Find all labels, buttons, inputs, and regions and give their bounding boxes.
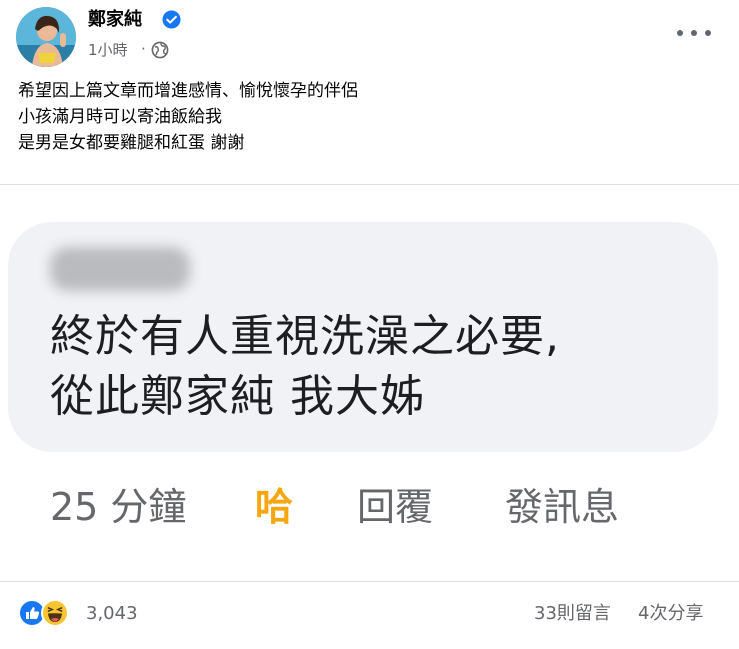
more-dot-icon xyxy=(677,30,683,36)
comment-line: 終於有人重視洗澡之必要, xyxy=(50,311,560,362)
more-dot-icon xyxy=(705,30,711,36)
globe-icon[interactable] xyxy=(151,41,169,59)
divider xyxy=(0,581,739,582)
comments-count-link[interactable]: 33則留言 xyxy=(534,601,611,627)
more-options-button[interactable] xyxy=(677,22,711,44)
comment-message-label: 發訊息 xyxy=(505,485,620,529)
more-dot-icon xyxy=(691,30,697,36)
blurred-commenter-name xyxy=(50,247,190,291)
reaction-count[interactable]: 3,043 xyxy=(86,601,138,627)
shares-count-link[interactable]: 4次分享 xyxy=(638,601,703,627)
post-image[interactable]: 終於有人重視洗澡之必要, 從此鄭家純 我大姊 25 分鐘 哈 回覆 發訊息 xyxy=(0,185,739,581)
haha-reaction-icon xyxy=(41,599,69,627)
post-header: 鄭家純 1小時 · xyxy=(0,0,739,70)
author-avatar[interactable] xyxy=(16,7,76,67)
timestamp-separator: · xyxy=(141,40,146,58)
comment-time: 25 分鐘 xyxy=(50,485,187,529)
verified-badge-icon xyxy=(162,10,181,29)
post-text-line: 小孩滿月時可以寄油飯給我 xyxy=(18,107,222,127)
post-text-line: 希望因上篇文章而增進感情、愉悅懷孕的伴侶 xyxy=(18,81,358,101)
comment-reply-label: 回覆 xyxy=(357,485,434,529)
comment-reaction-haha: 哈 xyxy=(255,485,294,529)
comment-line: 從此鄭家純 我大姊 xyxy=(50,371,425,422)
post-timestamp[interactable]: 1小時 xyxy=(88,40,128,60)
comment-text: 終於有人重視洗澡之必要, 從此鄭家純 我大姊 xyxy=(50,307,560,427)
avatar-photo xyxy=(16,7,76,67)
author-name[interactable]: 鄭家純 xyxy=(88,8,142,32)
post-text-line: 是男是女都要雞腿和紅蛋 謝謝 xyxy=(18,133,245,153)
post-body: 希望因上篇文章而增進感情、愉悅懷孕的伴侶 小孩滿月時可以寄油飯給我 是男是女都要… xyxy=(18,78,718,156)
